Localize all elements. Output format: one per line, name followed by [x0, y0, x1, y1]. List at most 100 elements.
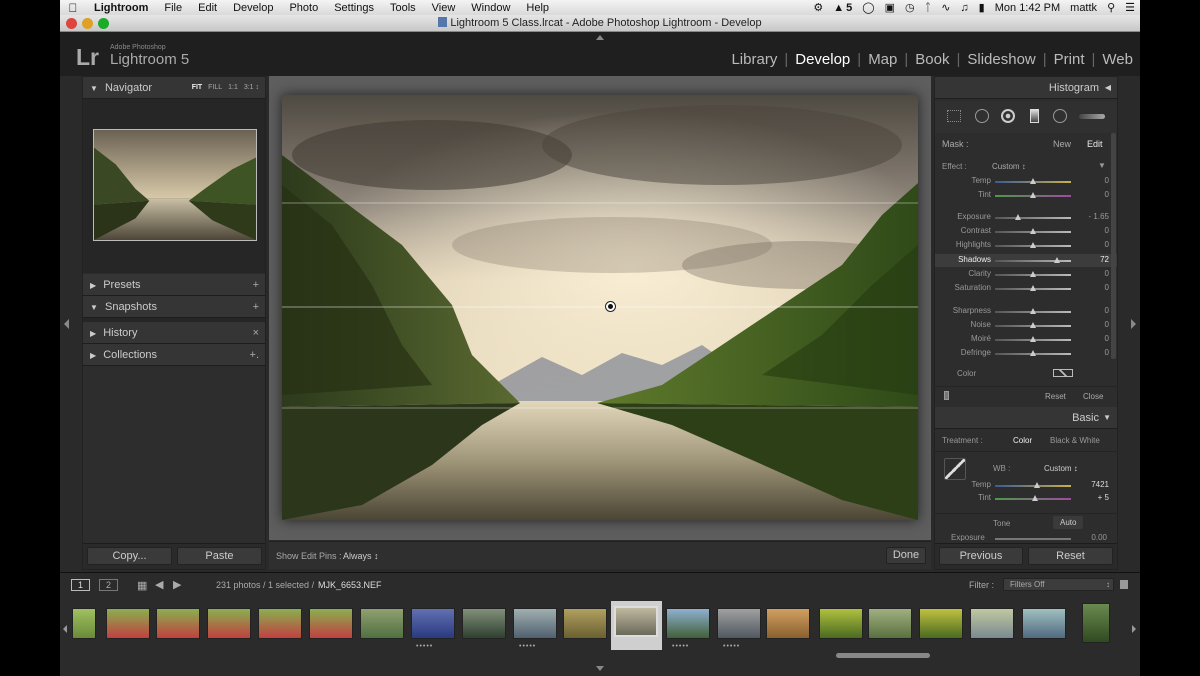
treatment-color-button[interactable]: Color — [1013, 436, 1032, 445]
zoom-fill[interactable]: FILL — [208, 84, 222, 91]
mask-close-button[interactable]: Close — [1083, 392, 1103, 401]
slider-knob[interactable] — [1030, 322, 1036, 328]
slider-value[interactable]: 0 — [1105, 240, 1109, 249]
notification-icon[interactable]: ☰ — [1120, 1, 1140, 14]
module-book[interactable]: Book — [908, 51, 956, 68]
module-develop[interactable]: Develop — [788, 51, 857, 68]
menu-photo[interactable]: Photo — [281, 2, 326, 14]
add-collection-icon[interactable]: +. — [250, 344, 259, 366]
copy-button[interactable]: Copy... — [87, 547, 172, 565]
radial-filter-icon[interactable] — [1053, 109, 1067, 123]
slider-knob[interactable] — [1030, 336, 1036, 342]
menu-view[interactable]: View — [424, 2, 464, 14]
slider-knob[interactable] — [1030, 192, 1036, 198]
slider-shadows[interactable]: Shadows 72 — [935, 254, 1117, 267]
exposure-slider-track[interactable] — [995, 538, 1071, 540]
back-arrow-icon[interactable]: ◀ — [155, 578, 163, 591]
crop-overlay-icon[interactable] — [947, 110, 961, 122]
slider-value[interactable]: - 1.65 — [1089, 212, 1109, 221]
filmstrip-thumbnail[interactable] — [614, 606, 658, 637]
spot-removal-icon[interactable] — [975, 109, 989, 123]
module-slideshow[interactable]: Slideshow — [960, 51, 1042, 68]
adjustment-brush-icon[interactable] — [1079, 114, 1105, 119]
basic-slider-temp[interactable]: Temp 7421 — [935, 479, 1117, 492]
color-swatch[interactable] — [1053, 369, 1073, 377]
slider-value[interactable]: 0 — [1105, 306, 1109, 315]
auto-tone-button[interactable]: Auto — [1053, 516, 1084, 529]
menu-window[interactable]: Window — [463, 2, 518, 14]
exposure-value[interactable]: 0.00 — [1091, 533, 1107, 541]
slider-value[interactable]: 0 — [1105, 190, 1109, 199]
menu-edit[interactable]: Edit — [190, 2, 225, 14]
filmstrip-thumbnail[interactable] — [717, 608, 761, 639]
clock[interactable]: Mon 1:42 PM — [990, 2, 1065, 14]
filmstrip-thumbnail[interactable] — [106, 608, 150, 639]
apple-icon[interactable]:  — [60, 1, 86, 15]
slider-value[interactable]: 0 — [1105, 269, 1109, 278]
slider-value[interactable]: 0 — [1105, 348, 1109, 357]
zoom-dropdown-icon[interactable]: ↕ — [256, 84, 260, 91]
filter-lock-icon[interactable] — [1120, 580, 1128, 589]
adobe-icon[interactable]: ▲ 5 — [828, 2, 857, 14]
menu-file[interactable]: File — [156, 2, 190, 14]
menu-help[interactable]: Help — [518, 2, 557, 14]
slider-knob[interactable] — [1030, 242, 1036, 248]
module-map[interactable]: Map — [861, 51, 904, 68]
filmstrip-left-arrow[interactable] — [63, 625, 67, 633]
slider-saturation[interactable]: Saturation 0 — [935, 282, 1117, 295]
filmstrip-thumbnail[interactable] — [72, 608, 96, 639]
filmstrip-thumbnail[interactable] — [1082, 603, 1110, 643]
slider-knob[interactable] — [1030, 271, 1036, 277]
clear-history-icon[interactable]: × — [253, 322, 259, 344]
battery-icon[interactable]: ▮ — [974, 1, 990, 14]
grid-icon[interactable]: ▦ — [137, 579, 147, 592]
graduated-filter-pin[interactable] — [605, 301, 616, 312]
slider-sharpness[interactable]: Sharpness 0 — [935, 305, 1117, 318]
slider-knob[interactable] — [1030, 350, 1036, 356]
previous-button[interactable]: Previous — [939, 547, 1023, 565]
paste-button[interactable]: Paste — [177, 547, 262, 565]
sync-icon[interactable]: ⚙ — [808, 1, 828, 14]
slider-temp[interactable]: Temp 0 — [935, 175, 1117, 188]
collapse-left-arrow[interactable] — [64, 319, 69, 329]
zoom-window-button[interactable] — [98, 18, 109, 29]
add-snapshot-icon[interactable]: + — [253, 296, 259, 318]
slider-knob[interactable] — [1030, 308, 1036, 314]
user-name[interactable]: mattk — [1065, 2, 1102, 14]
zoom-fit[interactable]: FIT — [192, 84, 203, 91]
slider-highlights[interactable]: Highlights 0 — [935, 239, 1117, 252]
slider-knob[interactable] — [1030, 178, 1036, 184]
forward-arrow-icon[interactable]: ▶ — [173, 578, 181, 591]
mask-reset-button[interactable]: Reset — [1045, 392, 1066, 401]
slider-value[interactable]: 0 — [1105, 320, 1109, 329]
slider-defringe[interactable]: Defringe 0 — [935, 347, 1117, 360]
slider-exposure[interactable]: Exposure - 1.65 — [935, 211, 1117, 224]
filmstrip-thumbnail[interactable] — [309, 608, 353, 639]
slider-knob[interactable] — [1030, 228, 1036, 234]
filmstrip-thumbnail[interactable] — [970, 608, 1014, 639]
module-print[interactable]: Print — [1047, 51, 1092, 68]
wifi-icon[interactable]: ∿ — [936, 1, 955, 14]
module-library[interactable]: Library — [724, 51, 784, 68]
selected-filename[interactable]: MJK_6653.NEF — [318, 580, 382, 590]
filmstrip-thumbnail[interactable] — [156, 608, 200, 639]
zoom-1-1[interactable]: 1:1 — [228, 84, 238, 91]
star-rating[interactable]: ••••• — [416, 643, 433, 650]
slider-knob[interactable] — [1014, 214, 1021, 220]
collapse-top-arrow[interactable] — [596, 35, 604, 40]
slider-value[interactable]: 0 — [1105, 176, 1109, 185]
minimize-window-button[interactable] — [82, 18, 93, 29]
filmstrip-thumbnail[interactable] — [819, 608, 863, 639]
navigator-thumbnail[interactable] — [93, 129, 257, 241]
presets-header[interactable]: ▶ Presets + — [83, 274, 265, 296]
graduated-filter-icon[interactable] — [1030, 109, 1039, 123]
time-machine-icon[interactable]: ◷ — [900, 1, 920, 14]
basic-header[interactable]: Basic ▼ — [935, 407, 1117, 429]
snapshots-header[interactable]: ▼ Snapshots + — [83, 296, 265, 318]
close-window-button[interactable] — [66, 18, 77, 29]
wb-select[interactable]: Custom ↕ — [1044, 464, 1078, 473]
slider-value[interactable]: 72 — [1100, 255, 1109, 264]
filmstrip-thumbnail[interactable] — [868, 608, 912, 639]
menu-settings[interactable]: Settings — [326, 2, 382, 14]
filmstrip-thumbnail[interactable] — [563, 608, 607, 639]
